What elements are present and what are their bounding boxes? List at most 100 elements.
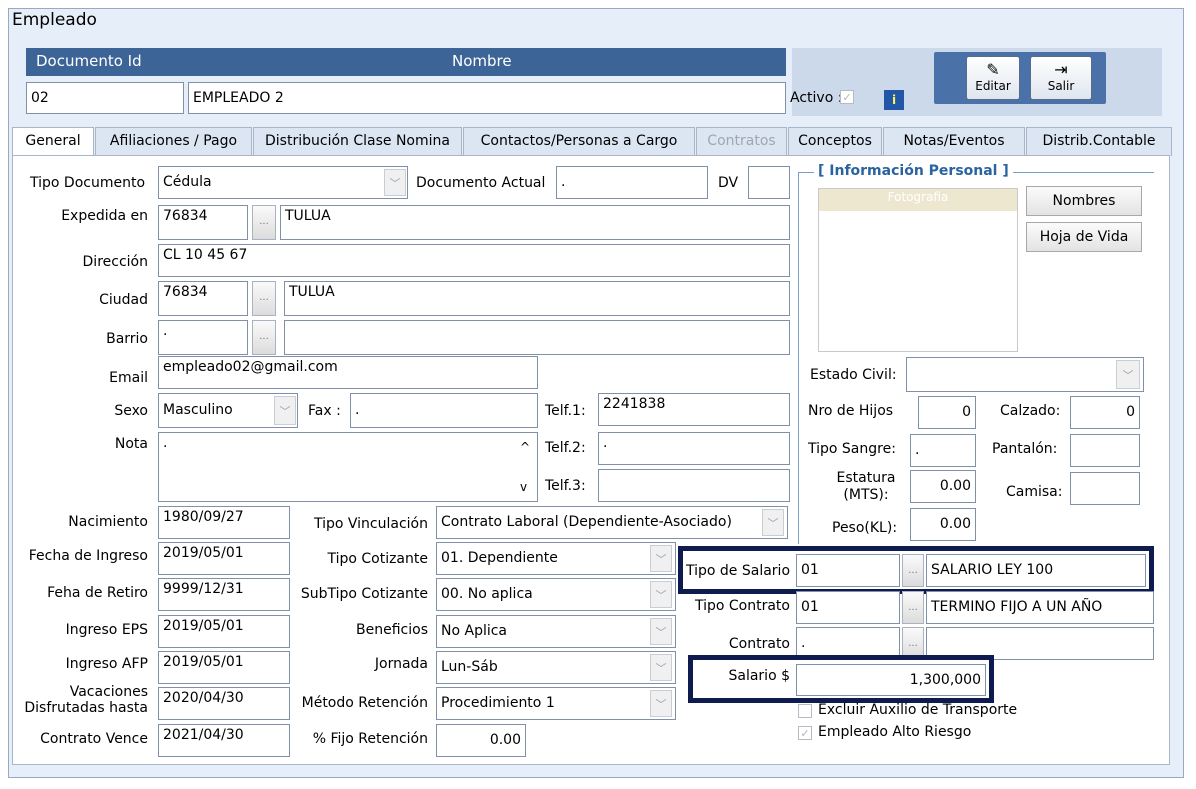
excluir-auxilio-checkbox[interactable] (798, 704, 812, 718)
tipo-vinculacion-select[interactable]: Contrato Laboral (Dependiente-Asociado) (436, 506, 788, 539)
vacaciones-label-line2: Disfrutadas hasta (24, 700, 148, 716)
pantalon-field[interactable] (1070, 434, 1140, 467)
subtipo-cotizante-label: SubTipo Cotizante (300, 586, 428, 602)
estado-civil-label: Estado Civil: (810, 367, 897, 383)
expedida-city-field[interactable]: TULUA (280, 205, 790, 240)
chevron-down-icon[interactable]: ﹀ (650, 690, 672, 717)
chevron-down-icon[interactable]: ﹀ (384, 169, 406, 196)
beneficios-select[interactable]: No Aplica (436, 615, 676, 648)
direccion-field[interactable]: CL 10 45 67 (158, 244, 790, 277)
tab-afiliaciones[interactable]: Afiliaciones / Pago (95, 127, 252, 156)
ciudad-code-field[interactable]: 76834 (158, 281, 248, 316)
exit-button-label: Salir (1047, 79, 1075, 93)
barrio-name-field[interactable] (284, 320, 790, 355)
chevron-down-icon[interactable]: ﹀ (274, 396, 296, 425)
ingreso-afp-field[interactable]: 2019/05/01 (158, 651, 290, 684)
exit-button[interactable]: ⇥ Salir (1030, 56, 1092, 100)
tab-notas[interactable]: Notas/Eventos (883, 127, 1025, 156)
beneficios-label: Beneficios (356, 622, 428, 638)
tab-distrib-contable[interactable]: Distrib.Contable (1026, 127, 1172, 156)
scroll-down-icon[interactable]: v (520, 480, 527, 494)
tab-distribucion-clase[interactable]: Distribución Clase Nomina (253, 127, 462, 156)
activo-label: Activo : (790, 90, 843, 106)
chevron-down-icon[interactable]: ﹀ (650, 654, 672, 681)
info-icon[interactable]: i (884, 90, 904, 110)
telf2-label: Telf.2: (545, 440, 586, 456)
nro-hijos-field[interactable]: 0 (918, 396, 976, 429)
chevron-down-icon[interactable]: ﹀ (1116, 360, 1140, 389)
estatura-label: Estatura (MTS): (832, 470, 900, 504)
calzado-field[interactable]: 0 (1070, 396, 1140, 429)
tab-contratos[interactable]: Contratos (696, 127, 787, 156)
jornada-select[interactable]: Lun-Sáb (436, 651, 676, 684)
camisa-field[interactable] (1070, 472, 1140, 505)
nota-textarea[interactable]: . (158, 432, 538, 502)
chevron-down-icon[interactable]: ﹀ (650, 581, 672, 608)
barrio-label: Barrio (106, 331, 148, 347)
name-field[interactable]: EMPLEADO 2 (188, 82, 786, 114)
tipo-contrato-code-field[interactable]: 01 (796, 591, 900, 624)
nacimiento-field[interactable]: 1980/09/27 (158, 506, 290, 539)
estatura-label-line1: Estatura (836, 470, 896, 486)
pantalon-label: Pantalón: (992, 441, 1058, 457)
documento-actual-label: Documento Actual (416, 175, 546, 191)
metodo-retencion-select[interactable]: Procedimiento 1 (436, 687, 676, 720)
activo-checkbox[interactable]: ✓ (840, 90, 854, 104)
chevron-down-icon[interactable]: ﹀ (650, 618, 672, 645)
expedida-lookup-button[interactable]: ... (252, 205, 276, 240)
estado-civil-select[interactable] (906, 357, 1144, 392)
vacaciones-field[interactable]: 2020/04/30 (158, 687, 290, 720)
fecha-retiro-field[interactable]: 9999/12/31 (158, 578, 290, 611)
doc-id-header: Documento Id (36, 52, 142, 70)
barrio-lookup-button[interactable]: ... (252, 320, 276, 355)
tipo-cotizante-label: Tipo Cotizante (327, 551, 428, 567)
ciudad-lookup-button[interactable]: ... (252, 281, 276, 316)
tab-bar: General Afiliaciones / Pago Distribución… (12, 127, 1172, 157)
tab-conceptos[interactable]: Conceptos (788, 127, 882, 156)
estatura-field[interactable]: 0.00 (910, 470, 976, 503)
expedida-code-field[interactable]: 76834 (158, 205, 248, 240)
hoja-vida-button[interactable]: Hoja de Vida (1026, 222, 1142, 252)
alto-riesgo-checkbox[interactable]: ✓ (798, 726, 812, 740)
telf2-field[interactable]: . (598, 432, 790, 465)
dv-field[interactable] (748, 166, 790, 199)
doc-id-field[interactable]: 02 (26, 82, 184, 114)
window-title: Empleado (12, 10, 97, 30)
telf1-field[interactable]: 2241838 (598, 393, 790, 426)
edit-button[interactable]: ✎ Editar (966, 56, 1020, 100)
peso-field[interactable]: 0.00 (910, 508, 976, 541)
documento-actual-field[interactable]: . (556, 166, 708, 199)
fax-field[interactable]: . (350, 393, 538, 428)
ingreso-eps-field[interactable]: 2019/05/01 (158, 615, 290, 648)
contrato-vence-field[interactable]: 2021/04/30 (158, 724, 290, 757)
vacaciones-label-line1: Vacaciones (69, 684, 148, 700)
telf3-field[interactable] (598, 469, 790, 502)
scroll-up-icon[interactable]: ^ (520, 440, 530, 454)
tab-general[interactable]: General (12, 127, 94, 157)
tab-contactos[interactable]: Contactos/Personas a Cargo (463, 127, 695, 156)
tipo-contrato-name-field[interactable]: TERMINO FIJO A UN AÑO (926, 591, 1154, 624)
calzado-label: Calzado: (1000, 403, 1061, 419)
vacaciones-label: Vacaciones Disfrutadas hasta (14, 684, 148, 716)
subtipo-cotizante-select[interactable]: 00. No aplica (436, 578, 676, 611)
jornada-label: Jornada (374, 656, 428, 672)
tipo-contrato-lookup-button[interactable]: ... (902, 591, 924, 624)
fijo-retencion-field[interactable]: 0.00 (436, 724, 526, 757)
direccion-label: Dirección (82, 254, 148, 270)
nombres-button[interactable]: Nombres (1026, 186, 1142, 216)
sexo-label: Sexo (114, 403, 148, 419)
barrio-code-field[interactable]: . (158, 320, 248, 355)
fecha-ingreso-field[interactable]: 2019/05/01 (158, 542, 290, 575)
tipo-documento-select[interactable]: Cédula (158, 166, 408, 199)
contrato-vence-label: Contrato Vence (40, 731, 148, 747)
email-field[interactable]: empleado02@gmail.com (158, 356, 538, 389)
name-header: Nombre (452, 52, 512, 70)
fotografia-label: Fotografia (887, 190, 949, 204)
fecha-ingreso-label: Fecha de Ingreso (28, 548, 148, 564)
contrato-label: Contrato (728, 636, 790, 652)
tipo-sangre-field[interactable]: . (910, 434, 976, 467)
chevron-down-icon[interactable]: ﹀ (762, 509, 784, 536)
chevron-down-icon[interactable]: ﹀ (650, 545, 672, 572)
tipo-cotizante-select[interactable]: 01. Dependiente (436, 542, 676, 575)
ciudad-name-field[interactable]: TULUA (284, 281, 790, 316)
